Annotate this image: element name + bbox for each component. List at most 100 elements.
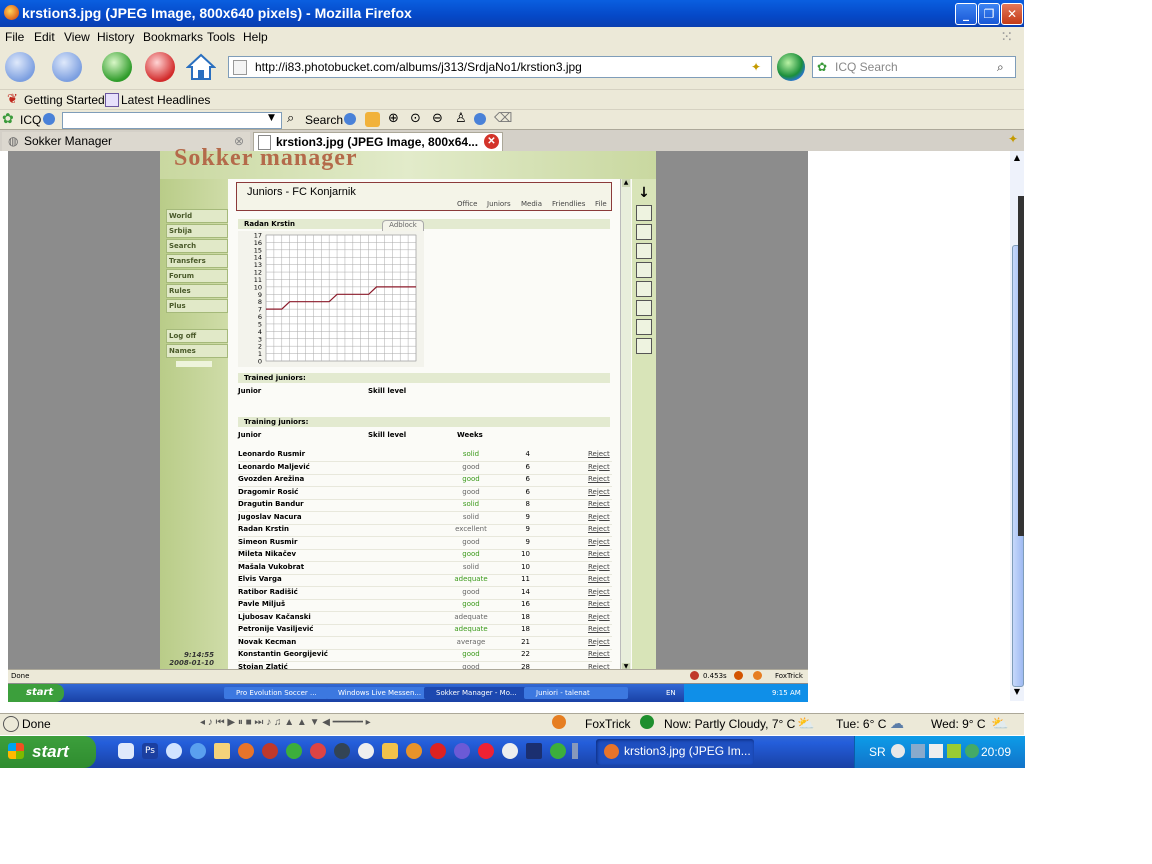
icq-people-icon[interactable]: [365, 112, 380, 127]
stadium-icon[interactable]: [636, 281, 652, 297]
arrow-down-icon[interactable]: ↓: [636, 185, 652, 201]
nav-log-off[interactable]: Log off: [166, 329, 228, 343]
quicklaunch-icon[interactable]: [406, 743, 422, 759]
inner-scrollbar[interactable]: ▲ ▼: [620, 179, 631, 671]
eraser-icon[interactable]: ⌫: [494, 111, 512, 126]
language-indicator[interactable]: SR: [869, 745, 886, 759]
reject-link[interactable]: Reject: [588, 600, 610, 608]
zoom-fit-icon[interactable]: ⊙: [410, 111, 421, 126]
save-icon[interactable]: [526, 743, 542, 759]
quicklaunch-icon[interactable]: [262, 743, 278, 759]
internet-explorer-icon[interactable]: [190, 743, 206, 759]
menu-tools[interactable]: Tools: [207, 30, 235, 44]
scout-eye-icon[interactable]: [636, 319, 652, 335]
nav-world[interactable]: World: [166, 209, 228, 223]
forward-icon[interactable]: [52, 52, 82, 82]
quicklaunch-icon[interactable]: [550, 743, 566, 759]
scroll-up-icon[interactable]: ▲: [1011, 153, 1023, 165]
quicklaunch-icon[interactable]: [286, 743, 302, 759]
close-tab-icon[interactable]: ✕: [484, 134, 499, 149]
quicklaunch-icon[interactable]: [430, 743, 446, 759]
url-field[interactable]: http://i83.photobucket.com/albums/j313/S…: [228, 56, 772, 78]
quicklaunch-icon[interactable]: [166, 743, 182, 759]
close-button[interactable]: ✕: [1001, 3, 1023, 25]
all-tabs-icon[interactable]: ✦: [1008, 132, 1018, 146]
chevron-down-icon[interactable]: ▼: [268, 113, 275, 123]
trainer-icon[interactable]: [636, 262, 652, 278]
quicklaunch-icon[interactable]: [310, 743, 326, 759]
training-icon[interactable]: [636, 300, 652, 316]
reload-icon[interactable]: [102, 52, 132, 82]
reject-link[interactable]: Reject: [588, 575, 610, 583]
nav-transfers[interactable]: Transfers: [166, 254, 228, 268]
menu-edit[interactable]: Edit: [34, 30, 55, 44]
folder-icon[interactable]: [214, 743, 230, 759]
bookmark-getting-started[interactable]: Getting Started: [24, 93, 105, 107]
restore-button[interactable]: ❐: [978, 3, 1000, 25]
nav-srbija[interactable]: Srbija: [166, 224, 228, 238]
reject-link[interactable]: Reject: [588, 538, 610, 546]
box-icon[interactable]: [636, 205, 652, 221]
bookmark-latest-headlines[interactable]: Latest Headlines: [121, 93, 210, 107]
reject-link[interactable]: Reject: [588, 488, 610, 496]
nav-names[interactable]: Names: [166, 344, 228, 358]
reject-link[interactable]: Reject: [588, 625, 610, 633]
firefox-icon[interactable]: [238, 743, 254, 759]
back-icon[interactable]: [5, 52, 35, 82]
mail-icon[interactable]: [636, 338, 652, 354]
reject-link[interactable]: Reject: [588, 525, 610, 533]
reject-link[interactable]: Reject: [588, 550, 610, 558]
adblock-tab[interactable]: Adblock: [382, 220, 424, 231]
icq-search-input[interactable]: ▼: [62, 112, 282, 129]
reject-link[interactable]: Reject: [588, 500, 610, 508]
topnav-juniors[interactable]: Juniors: [487, 200, 511, 208]
minimize-button[interactable]: _: [955, 3, 977, 25]
quicklaunch-icon[interactable]: [502, 743, 518, 759]
topnav-office[interactable]: Office: [457, 200, 477, 208]
icq-search-button[interactable]: Search: [305, 113, 343, 127]
scroll-up-icon[interactable]: ▲: [622, 179, 630, 187]
reject-link[interactable]: Reject: [588, 638, 610, 646]
taskbar-item-firefox[interactable]: krstion3.jpg (JPEG Im...: [596, 739, 754, 765]
nav-plus[interactable]: Plus: [166, 299, 228, 313]
topnav-media[interactable]: Media: [521, 200, 542, 208]
tray-icon[interactable]: [911, 744, 925, 758]
topnav-file[interactable]: File: [595, 200, 607, 208]
reject-link[interactable]: Reject: [588, 613, 610, 621]
reject-link[interactable]: Reject: [588, 563, 610, 571]
start-button[interactable]: start: [0, 736, 96, 768]
topnav-friendlies[interactable]: Friendlies: [552, 200, 585, 208]
menu-file[interactable]: File: [5, 30, 24, 44]
tray-icon[interactable]: [965, 744, 979, 758]
foxtrick-icon[interactable]: [552, 715, 566, 729]
user-icon[interactable]: ♙: [455, 111, 467, 126]
search-input[interactable]: ✿ ICQ Search ⌕: [812, 56, 1016, 78]
photoshop-icon[interactable]: Ps: [142, 743, 158, 759]
bookmark-star-icon[interactable]: ✦: [751, 57, 761, 77]
reject-link[interactable]: Reject: [588, 513, 610, 521]
tray-icon[interactable]: [947, 744, 961, 758]
search-icon[interactable]: ⌕: [997, 57, 1004, 77]
go-icon[interactable]: [777, 53, 805, 81]
reject-link[interactable]: Reject: [588, 475, 610, 483]
quicklaunch-icon[interactable]: [382, 743, 398, 759]
menu-help[interactable]: Help: [243, 30, 268, 44]
zoom-out-icon[interactable]: ⊖: [432, 111, 443, 126]
menu-view[interactable]: View: [64, 30, 90, 44]
menu-bookmarks[interactable]: Bookmarks: [143, 30, 203, 44]
user-options-icon[interactable]: [474, 113, 486, 125]
zoom-in-icon[interactable]: ⊕: [388, 111, 399, 126]
reject-link[interactable]: Reject: [588, 450, 610, 458]
icq-options-icon[interactable]: [344, 113, 356, 125]
nav-rules[interactable]: Rules: [166, 284, 228, 298]
quicklaunch-icon[interactable]: [118, 743, 134, 759]
nav-search[interactable]: Search: [166, 239, 228, 253]
nav-forum[interactable]: Forum: [166, 269, 228, 283]
icq-menu-icon[interactable]: [43, 113, 55, 125]
menu-history[interactable]: History: [97, 30, 134, 44]
tray-icon[interactable]: [891, 744, 905, 758]
tray-icon[interactable]: [929, 744, 943, 758]
tactics-icon[interactable]: [636, 243, 652, 259]
status-foxtrick[interactable]: FoxTrick: [585, 717, 631, 731]
stop-icon[interactable]: [145, 52, 175, 82]
